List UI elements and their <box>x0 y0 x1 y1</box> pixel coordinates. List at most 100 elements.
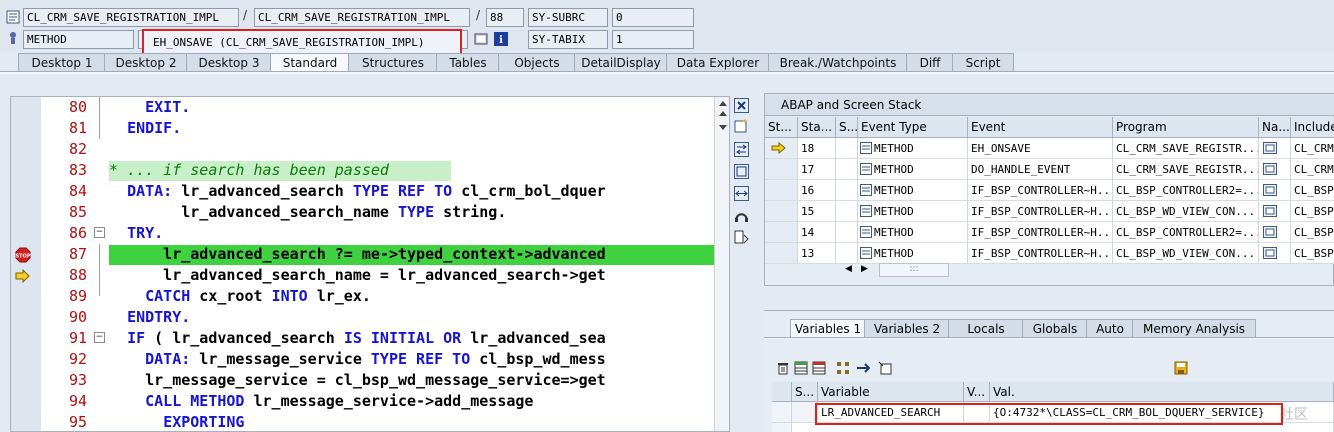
save-icon[interactable] <box>1174 361 1188 375</box>
column-header[interactable] <box>772 382 792 402</box>
include-field[interactable]: CL_CRM_SAVE_REGISTRATION_IMPL <box>254 8 470 27</box>
table-icon[interactable] <box>794 361 808 375</box>
include-cell[interactable]: CL_CRM <box>1291 159 1334 180</box>
stack-marker-cell[interactable] <box>765 201 798 222</box>
sysfield-label-tabix[interactable]: SY-TABIX <box>528 30 608 49</box>
line-number-field[interactable]: 88 <box>486 8 524 27</box>
column-header[interactable]: Event Type <box>858 117 968 138</box>
tab-tables[interactable]: Tables <box>436 53 500 72</box>
display-source-icon[interactable] <box>474 32 488 46</box>
close-tool-icon[interactable] <box>734 98 749 113</box>
stack-level-cell[interactable]: 18 <box>798 138 836 159</box>
sysfield-label-subrc[interactable]: SY-SUBRC <box>528 8 608 27</box>
event-cell[interactable]: DO_HANDLE_EVENT <box>968 159 1113 180</box>
include-cell[interactable]: CL_BSP_ <box>1291 201 1334 222</box>
stack-marker-cell[interactable] <box>765 159 798 180</box>
include-cell[interactable]: CL_CRM <box>1291 138 1334 159</box>
column-header[interactable]: Na... <box>1259 117 1291 138</box>
tab-detail-display[interactable]: DetailDisplay <box>574 53 668 72</box>
event-type-cell[interactable]: METHOD <box>858 243 968 264</box>
scroll-up-icon[interactable] <box>719 101 727 106</box>
stack-level-cell[interactable]: 13 <box>798 243 836 264</box>
tab-desktop-2[interactable]: Desktop 2 <box>104 53 188 72</box>
column-header[interactable]: Program <box>1113 117 1259 138</box>
column-header[interactable]: St... <box>765 117 798 138</box>
column-header[interactable]: Sta... <box>798 117 836 138</box>
fold-toggle[interactable]: − <box>94 332 105 343</box>
layout-tool-icon[interactable] <box>734 186 749 201</box>
stack-status-cell[interactable] <box>836 243 858 264</box>
include-cell[interactable]: CL_BSP_ <box>1291 243 1334 264</box>
navigate-source-icon[interactable] <box>1263 163 1277 175</box>
fold-toggle[interactable]: − <box>94 227 105 238</box>
breakpoint-stop-icon[interactable]: STOP <box>15 247 31 263</box>
hierarchy-icon[interactable] <box>836 361 850 375</box>
program-cell[interactable]: CL_CRM_SAVE_REGISTR... <box>1113 159 1259 180</box>
include-cell[interactable]: CL_BSP_ <box>1291 222 1334 243</box>
navigate-cell[interactable] <box>1259 222 1291 243</box>
tab-standard[interactable]: Standard <box>270 53 350 72</box>
stack-status-cell[interactable] <box>836 222 858 243</box>
sysfield-value-subrc[interactable]: 0 <box>612 8 694 27</box>
scroll-right-icon[interactable]: ▶ <box>861 264 868 274</box>
stack-marker-cell[interactable] <box>765 138 798 159</box>
scroll-left-icon[interactable]: ◀ <box>845 264 852 274</box>
navigate-cell[interactable] <box>1259 201 1291 222</box>
source-code-editor[interactable]: 80 EXIT. 81 ENDIF. 82 83 * ... if search … <box>10 96 730 432</box>
event-field[interactable]: EH_ONSAVE (CL_CRM_SAVE_REGISTRATION_IMPL… <box>142 29 462 56</box>
program-cell[interactable]: CL_BSP_WD_VIEW_CON... <box>1113 201 1259 222</box>
tab-memory-analysis[interactable]: Memory Analysis <box>1132 319 1256 338</box>
event-type-cell[interactable]: METHOD <box>858 201 968 222</box>
row-selector[interactable] <box>772 423 792 432</box>
event-type-cell[interactable]: METHOD <box>858 180 968 201</box>
scroll-thumb[interactable]: ::: <box>879 263 949 277</box>
stack-status-cell[interactable] <box>836 180 858 201</box>
program-field[interactable]: CL_CRM_SAVE_REGISTRATION_IMPL <box>23 8 239 27</box>
tab-auto[interactable]: Auto <box>1086 319 1134 338</box>
navigate-cell[interactable] <box>1259 180 1291 201</box>
tab-globals[interactable]: Globals <box>1022 319 1088 338</box>
navigate-source-icon[interactable] <box>1263 226 1277 238</box>
event-type-cell[interactable]: METHOD <box>858 159 968 180</box>
column-header[interactable]: Variable <box>818 382 964 402</box>
navigate-source-icon[interactable] <box>1263 184 1277 196</box>
tab-desktop-3[interactable]: Desktop 3 <box>186 53 272 72</box>
program-cell[interactable]: CL_BSP_WD_VIEW_CON... <box>1113 243 1259 264</box>
program-cell[interactable]: CL_BSP_CONTROLLER2=... <box>1113 180 1259 201</box>
stack-marker-cell[interactable] <box>765 180 798 201</box>
column-header[interactable]: V... <box>964 382 990 402</box>
navigate-cell[interactable] <box>1259 159 1291 180</box>
navigate-source-icon[interactable] <box>1263 205 1277 217</box>
tab-desktop-1[interactable]: Desktop 1 <box>18 53 106 72</box>
sysfield-value-tabix[interactable]: 1 <box>612 30 694 49</box>
stack-marker-cell[interactable] <box>765 222 798 243</box>
tab-script[interactable]: Script <box>952 53 1014 72</box>
info-icon[interactable]: i <box>494 32 508 46</box>
new-tool-icon[interactable] <box>734 118 749 133</box>
stack-level-cell[interactable]: 15 <box>798 201 836 222</box>
column-header[interactable]: S... <box>792 382 818 402</box>
tab-variables-1[interactable]: Variables 1 <box>790 319 866 338</box>
column-header[interactable]: S... <box>836 117 858 138</box>
navigate-source-icon[interactable] <box>1263 142 1277 154</box>
stack-level-cell[interactable]: 16 <box>798 180 836 201</box>
column-header[interactable]: Val. <box>990 382 1334 402</box>
scroll-page-up-icon[interactable] <box>719 111 727 116</box>
event-type-cell[interactable]: METHOD <box>858 138 968 159</box>
navigate-cell[interactable] <box>1259 243 1291 264</box>
delete-icon[interactable] <box>776 361 790 375</box>
tab-breakpoints[interactable]: Break./Watchpoints <box>768 53 908 72</box>
tab-variables-2[interactable]: Variables 2 <box>864 319 950 338</box>
select-icon[interactable] <box>878 361 892 375</box>
stack-level-cell[interactable]: 14 <box>798 222 836 243</box>
event-cell[interactable]: IF_BSP_CONTROLLER~H... <box>968 180 1113 201</box>
tab-diff[interactable]: Diff <box>906 53 954 72</box>
stack-horizontal-scrollbar[interactable]: ◀ ▶ ::: <box>843 263 1333 278</box>
navigate-source-icon[interactable] <box>1263 247 1277 259</box>
tab-locals[interactable]: Locals <box>948 319 1024 338</box>
services-tool-icon[interactable] <box>734 208 749 223</box>
column-header[interactable]: Event <box>968 117 1113 138</box>
event-cell[interactable]: EH_ONSAVE <box>968 138 1113 159</box>
event-type-field[interactable]: METHOD <box>23 30 134 49</box>
script-tool-icon[interactable] <box>734 230 749 245</box>
